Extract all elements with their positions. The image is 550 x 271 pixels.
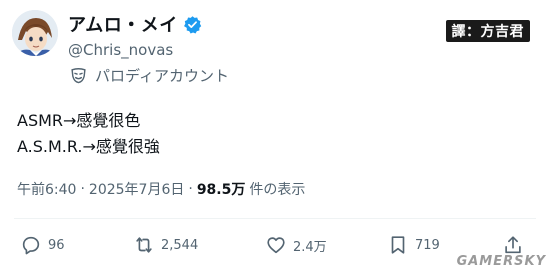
tweet-date[interactable]: 2025年7月6日 [89,179,184,199]
parody-label-text: パロディアカウント [95,66,229,85]
bookmark-count: 719 [415,237,440,253]
gamersky-watermark: GAMERSKY [456,254,546,269]
tweet-line-2: A.S.M.R.→感覺很強 [17,137,160,156]
tweet-time[interactable]: 午前6:40 [17,179,76,199]
meta-separator: · [80,181,85,197]
anime-character-avatar-icon [12,10,58,56]
view-count: 98.5万 [196,182,246,198]
heart-icon [267,237,285,254]
like-button[interactable]: 2.4万 [265,232,327,258]
tweet-header: アムロ・メイ @Chris_novas パロディアカウント 譯：方吉君 [12,8,538,88]
bookmark-button[interactable]: 719 [387,232,440,258]
tweet-metadata: 午前6:40 · 2025年7月6日 · 98.5万 件の表示 [17,179,305,199]
reply-button[interactable]: 96 [20,232,65,258]
tweet-text: ASMR→感覺很色 A.S.M.R.→感覺很強 [17,108,160,160]
display-name[interactable]: アムロ・メイ [68,11,178,37]
retweet-button[interactable]: 2,544 [133,232,198,258]
meta-separator-2: · [188,181,193,197]
retweet-icon [136,237,152,253]
parody-account-label: パロディアカウント [70,65,229,85]
translator-credit-badge: 譯：方吉君 [445,20,530,42]
reply-count: 96 [48,237,65,253]
reply-icon [22,236,40,255]
divider [14,218,536,219]
like-count: 2.4万 [293,239,327,255]
retweet-count: 2,544 [161,237,199,253]
tweet-line-1: ASMR→感覺很色 [17,111,141,130]
user-handle[interactable]: @Chris_novas [68,41,173,59]
avatar[interactable] [12,10,58,56]
name-row: アムロ・メイ [68,12,202,36]
view-count-label: 件の表示 [249,182,306,198]
share-icon [505,236,521,254]
parody-mask-icon [70,67,87,84]
verified-badge-icon [183,15,202,34]
bookmark-icon [391,236,405,254]
